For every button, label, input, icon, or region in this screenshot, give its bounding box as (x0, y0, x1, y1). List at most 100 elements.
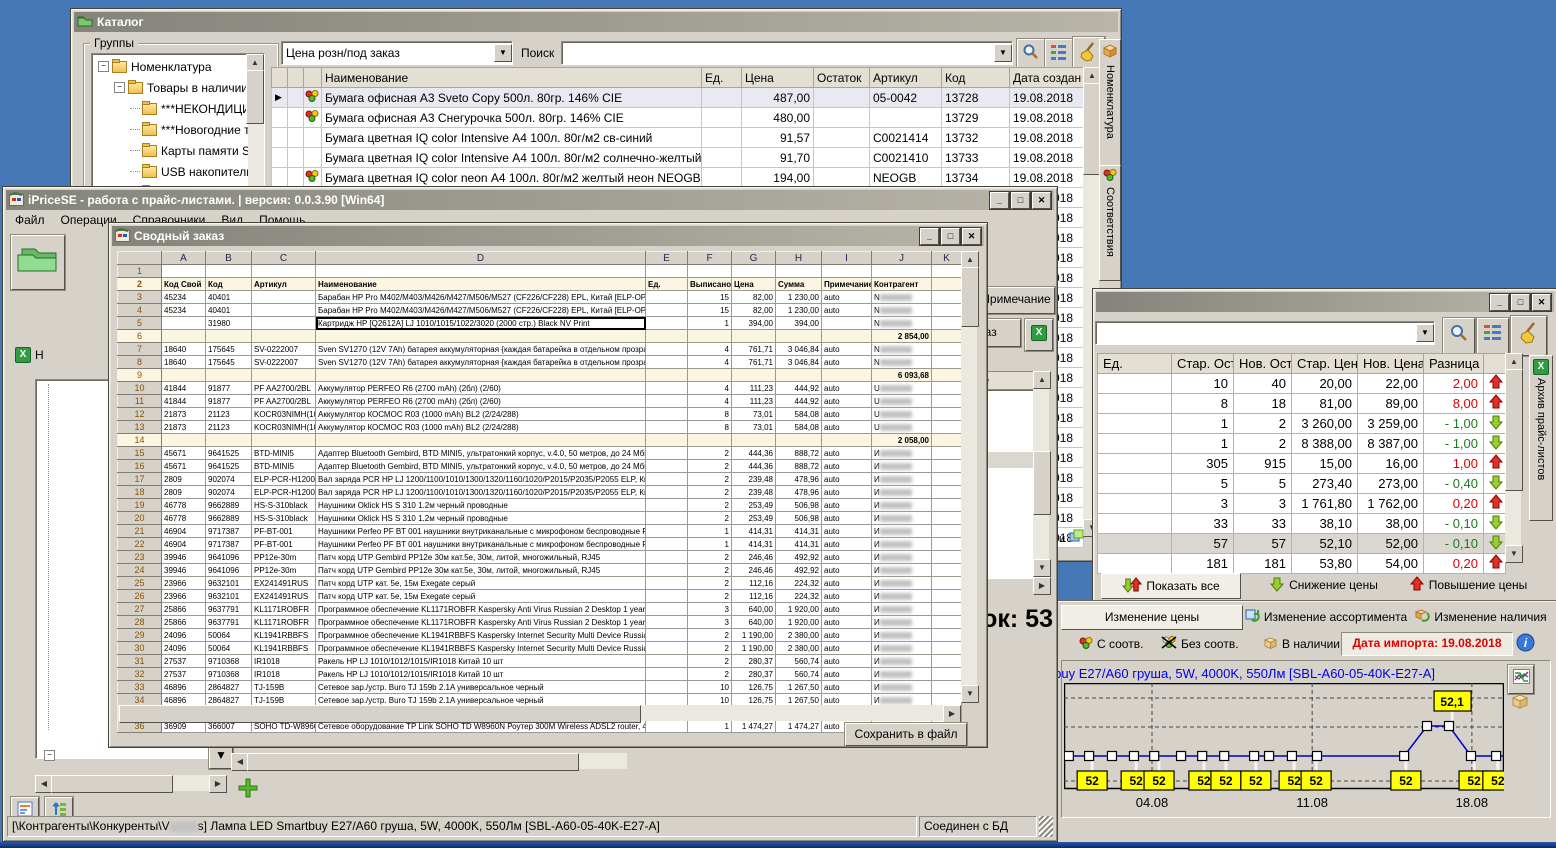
sheet-row[interactable]: 44523440401Барабан HP Pro M402/M403/M426… (118, 304, 962, 317)
row-number[interactable]: 5 (118, 317, 162, 330)
row-number[interactable]: 10 (118, 382, 162, 395)
row-number[interactable]: 22 (118, 538, 162, 551)
table-row[interactable]: 331 761,801 762,000,20 (1098, 494, 1506, 514)
table-row[interactable]: 128 388,008 387,00- 1,00 (1098, 434, 1506, 454)
sheet-row[interactable]: 531980Картридж HP [Q2612A] LJ 1010/1015/… (118, 317, 962, 330)
column-header[interactable]: Разница (1424, 354, 1484, 374)
column-letter[interactable]: C (252, 252, 316, 265)
order-panel-hscrollbar[interactable]: ◀ (231, 753, 627, 769)
scroll-right-icon[interactable]: ▶ (943, 705, 961, 723)
clear-broom-button[interactable] (1511, 316, 1547, 356)
column-letter[interactable]: G (732, 252, 776, 265)
chevron-down-icon[interactable]: ▼ (494, 44, 512, 62)
maximize-button[interactable]: □ (941, 228, 960, 245)
row-number[interactable]: 29 (118, 629, 162, 642)
sheet-row[interactable]: 292409650064KL1941RBBFSПрограммное обесп… (118, 629, 962, 642)
row-number[interactable]: 15 (118, 447, 162, 460)
taskbar[interactable] (0, 842, 1556, 848)
column-header[interactable]: Стар. Цена (1292, 354, 1358, 374)
tree-collapse-icon[interactable]: − (44, 750, 55, 761)
tab-nomenclature[interactable]: Номенклатура (1099, 39, 1121, 169)
column-letter[interactable]: F (688, 252, 732, 265)
table-row[interactable]: Бумага цветная IQ color Intensive А4 100… (272, 148, 1084, 168)
column-header[interactable]: Нов. Ост. (1234, 354, 1292, 374)
sheet-row[interactable]: 182809902074ELP-PCR-H1200-Вал заряда PCR… (118, 486, 962, 499)
price-type-combo[interactable]: Цена розн/под заказ ▼ (281, 41, 513, 65)
row-number[interactable]: 19 (118, 499, 162, 512)
scroll-right-icon[interactable]: ▶ (209, 775, 227, 793)
row-number[interactable]: 11 (118, 395, 162, 408)
column-header[interactable]: Остаток (814, 68, 870, 88)
search-button[interactable] (1017, 39, 1045, 70)
tree-item[interactable]: Карты памяти SD/ (94, 140, 264, 161)
tree-item[interactable]: USB накопители ( (94, 161, 264, 182)
order-titlebar[interactable]: Сводный заказ _ □ ✕ (112, 226, 984, 246)
sheet-row[interactable]: 34523440401Барабан HP Pro M402/M403/M426… (118, 291, 962, 304)
tree-item[interactable]: ***НЕКОНДИЦИОН (94, 98, 264, 119)
sheet-row[interactable]: 24399469641096PP12e-30mПатч корд UTP Gem… (118, 564, 962, 577)
tree-item[interactable]: −Товары в наличии (94, 77, 264, 98)
tree-hscrollbar[interactable]: ◀ ▶ (35, 775, 227, 791)
table-row[interactable]: 333338,1038,00- 0,10 (1098, 514, 1506, 534)
column-letter[interactable]: K (932, 252, 962, 265)
table-row[interactable]: 575752,1052,00- 0,10 (1098, 534, 1506, 554)
sheet-row[interactable]: 172809902074ELP-PCR-H1200-Вал заряда PCR… (118, 473, 962, 486)
row-number[interactable]: 13 (118, 421, 162, 434)
tab-assortment-change[interactable]: Изменение ассортимента (1249, 605, 1403, 628)
tab-availability-change[interactable]: Изменение наличия (1409, 605, 1553, 628)
price-vscrollbar[interactable]: ▲ ▼ (1505, 353, 1521, 563)
row-number[interactable]: 30 (118, 642, 162, 655)
box-icon[interactable] (1511, 693, 1529, 713)
row-number[interactable]: 21 (118, 525, 162, 538)
column-header[interactable]: Наименование (322, 68, 702, 88)
price-down-filter-button[interactable]: Снижение цены (1256, 573, 1391, 597)
column-letter[interactable]: D (316, 252, 646, 265)
search-button[interactable] (1443, 318, 1475, 354)
sheet-row[interactable]: 19467789662889HS-S-310blackНаушники Okli… (118, 499, 962, 512)
row-number[interactable]: 8 (118, 356, 162, 369)
table-row[interactable]: Бумага цветная IQ color neon А4 100л. 80… (272, 168, 1084, 188)
tree-item[interactable]: ***Новогодние то (94, 119, 264, 140)
tree-collapse-icon[interactable]: − (114, 82, 125, 93)
scroll-up-icon[interactable]: ▲ (1033, 371, 1051, 389)
scroll-down-icon[interactable]: ▼ (1033, 559, 1051, 577)
row-number[interactable]: 32 (118, 668, 162, 681)
maximize-button[interactable]: □ (1511, 294, 1530, 311)
sheet-row[interactable]: 104184491877PF AA2700/2BLАккумулятор PER… (118, 382, 962, 395)
search-input[interactable]: ▼ (561, 41, 1013, 65)
column-letter[interactable]: E (646, 252, 688, 265)
sheet-row[interactable]: 114184491877PF AA2700/2BLАккумулятор PER… (118, 395, 962, 408)
in-stock-toggle[interactable]: В наличии (1263, 634, 1340, 654)
row-number[interactable]: 18 (118, 486, 162, 499)
sheet-row[interactable]: 26239669632101EX241491RUSПатч корд UTP к… (118, 590, 962, 603)
sheet-row[interactable]: 1 (118, 265, 962, 278)
sheet-row[interactable]: 20467789662889HS-S-310blackНаушники Okli… (118, 512, 962, 525)
row-number[interactable]: 17 (118, 473, 162, 486)
minimize-button[interactable]: _ (920, 228, 939, 245)
main-titlebar[interactable]: iPriceSE - работа с прайс-листами. | вер… (6, 190, 1054, 210)
chart-icon[interactable] (1508, 665, 1534, 694)
table-row[interactable]: 18118153,8054,000,20 (1098, 554, 1506, 574)
minimize-button[interactable]: _ (1490, 294, 1509, 311)
table-row[interactable]: 81881,0089,008,00 (1098, 394, 1506, 414)
sheet-row[interactable]: 32275379710368IR1018Ракель HP LJ 1010/10… (118, 668, 962, 681)
scroll-down-icon[interactable]: ▼ (1505, 545, 1523, 563)
tab-correspondence[interactable]: Соответствия (1099, 165, 1121, 281)
tree-collapse-icon[interactable]: − (98, 61, 109, 72)
row-number[interactable]: 28 (118, 616, 162, 629)
pricelist-dropdown-button[interactable]: ▼ (209, 747, 233, 769)
chevron-down-icon[interactable]: ▼ (994, 44, 1012, 62)
row-number[interactable]: 26 (118, 590, 162, 603)
sheet-row[interactable]: 122187321123KOCR03NIMH(10Аккумулятор КОС… (118, 408, 962, 421)
row-number[interactable]: 31 (118, 655, 162, 668)
row-number[interactable]: 23 (118, 551, 162, 564)
sheet-row[interactable]: 718640175645SV-0222007Sven SV1270 (12V 7… (118, 343, 962, 356)
sheet-row[interactable]: 28258669637791KL1171ROBFRПрограммное обе… (118, 616, 962, 629)
chevron-down-icon[interactable]: ▼ (1416, 324, 1434, 342)
excel-export-button[interactable]: X (1025, 319, 1053, 351)
column-letter[interactable]: A (162, 252, 206, 265)
note-button[interactable]: Примечание (977, 287, 1055, 314)
save-to-file-button[interactable]: Сохранить в файл (845, 723, 967, 746)
show-all-button[interactable]: Показать все (1101, 573, 1241, 599)
scroll-down-icon[interactable]: ▼ (961, 685, 979, 703)
